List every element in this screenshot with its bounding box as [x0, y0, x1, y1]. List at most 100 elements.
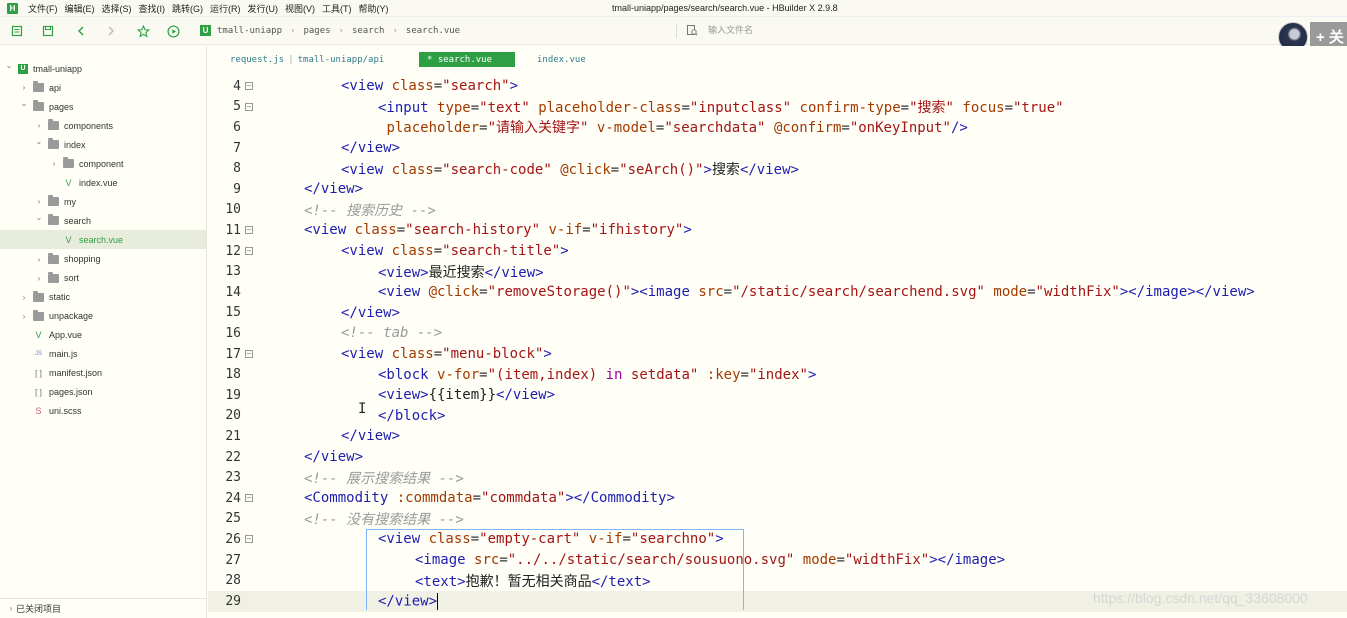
- fold-toggle[interactable]: −: [241, 226, 257, 235]
- line-number: 29: [225, 593, 241, 609]
- tree-item[interactable]: › shopping: [0, 250, 206, 269]
- code-token: <view: [378, 284, 429, 301]
- breadcrumb-item[interactable]: search.vue: [406, 26, 460, 36]
- code-line[interactable]: 15 </view>: [208, 303, 1347, 324]
- chevron-right-icon[interactable]: ›: [19, 293, 29, 302]
- breadcrumb-item[interactable]: tmall-uniapp: [217, 26, 282, 36]
- code-line[interactable]: 19 <view>{{item}}</view>: [208, 385, 1347, 406]
- fold-toggle[interactable]: −: [241, 350, 257, 359]
- code-editor[interactable]: 4− <view class="search"> 5− <input type="te…: [208, 74, 1347, 618]
- tree-item[interactable]: › sort: [0, 269, 206, 288]
- tree-item[interactable]: JS main.js: [0, 345, 206, 364]
- tab-request-js[interactable]: request.js | tmall-uniapp/api: [230, 52, 384, 67]
- tree-item[interactable]: V App.vue: [0, 326, 206, 345]
- code-line[interactable]: 17− <view class="menu-block">: [208, 344, 1347, 365]
- fold-toggle[interactable]: −: [241, 82, 257, 91]
- fold-toggle[interactable]: −: [241, 102, 257, 111]
- closed-projects-section[interactable]: › 已关闭项目: [0, 598, 206, 618]
- fold-toggle[interactable]: −: [241, 535, 257, 544]
- code-line[interactable]: 4− <view class="search">: [208, 76, 1347, 97]
- chevron-down-icon[interactable]: ⌄: [19, 99, 29, 108]
- chevron-right-icon[interactable]: ›: [19, 312, 29, 321]
- code-line[interactable]: 7 </view>: [208, 138, 1347, 159]
- menu-item[interactable]: 发行(U): [248, 2, 279, 15]
- tree-item[interactable]: Vindex.vue: [0, 173, 206, 192]
- tree-item[interactable]: Suni.scss: [0, 402, 206, 421]
- menu-item[interactable]: 编辑(E): [65, 2, 95, 15]
- code-line[interactable]: 23 <!-- 展示搜索结果 -->: [208, 467, 1347, 488]
- file-search-input[interactable]: [708, 25, 908, 35]
- run-icon[interactable]: [166, 24, 180, 38]
- code-token: src: [474, 552, 500, 569]
- menu-item[interactable]: 视图(V): [285, 2, 315, 15]
- tree-item[interactable]: ⌄ search: [0, 211, 206, 230]
- code-line[interactable]: 27 <image src="../../static/search/sousuo…: [208, 550, 1347, 571]
- code-line[interactable]: 25 <!-- 没有搜索结果 -->: [208, 509, 1347, 530]
- code-text: <view class="menu-block">: [341, 346, 552, 362]
- code-line[interactable]: 6 placeholder="请输入关键字" v-model="searchda…: [208, 117, 1347, 138]
- breadcrumb-item[interactable]: pages: [303, 26, 330, 36]
- new-file-icon[interactable]: [10, 24, 24, 38]
- forward-icon[interactable]: [104, 24, 118, 38]
- tree-item[interactable]: Vsearch.vue: [0, 230, 206, 250]
- toolbar: U tmall-uniapp › pages › search › search…: [0, 17, 1347, 45]
- back-icon[interactable]: [74, 24, 88, 38]
- chevron-down-icon[interactable]: ⌄: [34, 137, 44, 146]
- breadcrumb-item[interactable]: search: [352, 26, 385, 36]
- tree-item[interactable]: › unpackage: [0, 307, 206, 326]
- menu-item[interactable]: 查找(I): [139, 2, 166, 15]
- tree-item[interactable]: › components: [0, 116, 206, 135]
- code-token: "widthFix": [1035, 284, 1120, 301]
- chevron-right-icon[interactable]: ›: [34, 255, 44, 264]
- save-icon[interactable]: [41, 24, 55, 38]
- code-line[interactable]: 5− <input type="text" placeholder-class="…: [208, 97, 1347, 118]
- tree-item[interactable]: ⌄ pages: [0, 97, 206, 116]
- menu-item[interactable]: 运行(R): [210, 2, 241, 15]
- code-line[interactable]: 9 </view>: [208, 179, 1347, 200]
- tree-item[interactable]: › static: [0, 288, 206, 307]
- chevron-right-icon[interactable]: ›: [49, 159, 59, 168]
- tree-item[interactable]: › api: [0, 78, 206, 97]
- tab-index-vue[interactable]: index.vue: [537, 52, 586, 67]
- menu-item[interactable]: 跳转(G): [172, 2, 203, 15]
- menu-list: 文件(F) 编辑(E) 选择(S) 查找(I) 跳转(G) 运行(R) 发行(U) 视图(V)…: [28, 2, 396, 15]
- menu-item[interactable]: 文件(F): [28, 2, 58, 15]
- code-line[interactable]: 24− <Commodity :commdata="commdata"></Com…: [208, 488, 1347, 509]
- chevron-right-icon[interactable]: ›: [34, 274, 44, 283]
- code-line[interactable]: 11− <view class="search-history" v-if="if…: [208, 220, 1347, 241]
- star-icon[interactable]: [136, 24, 150, 38]
- chevron-down-icon[interactable]: ⌄: [4, 61, 14, 70]
- menu-item[interactable]: 选择(S): [102, 2, 132, 15]
- tree-item[interactable]: [ ] manifest.json: [0, 364, 206, 383]
- code-line[interactable]: 16 <!-- tab -->: [208, 323, 1347, 344]
- code-line[interactable]: 22 </view>: [208, 447, 1347, 468]
- tree-item[interactable]: › my: [0, 192, 206, 211]
- code-line[interactable]: 10 <!-- 搜索历史 -->: [208, 200, 1347, 221]
- code-line[interactable]: 28 <text>抱歉！暂无相关商品</text>: [208, 570, 1347, 591]
- tree-item[interactable]: ⌄ Utmall-uniapp: [0, 59, 206, 78]
- code-line[interactable]: 13 <view>最近搜索</view>: [208, 261, 1347, 282]
- json-file-icon: [ ]: [35, 368, 42, 378]
- tab-separator: |: [288, 54, 294, 65]
- chevron-right-icon[interactable]: ›: [34, 121, 44, 130]
- code-line[interactable]: 8 <view class="search-code" @click="seArc…: [208, 158, 1347, 179]
- code-line[interactable]: 12− <view class="search-title">: [208, 241, 1347, 262]
- menu-item[interactable]: 工具(T): [322, 2, 352, 15]
- tree-item[interactable]: [ ] pages.json: [0, 383, 206, 402]
- collapse-icon: −: [245, 247, 253, 256]
- chevron-down-icon[interactable]: ⌄: [34, 213, 44, 222]
- tree-item[interactable]: ⌄ index: [0, 135, 206, 154]
- code-line[interactable]: 14 <view @click="removeStorage()"><image …: [208, 282, 1347, 303]
- tree-item[interactable]: › component: [0, 154, 206, 173]
- code-line[interactable]: 26− <view class="empty-cart" v-if="search…: [208, 529, 1347, 550]
- code-token: setdata": [622, 366, 699, 383]
- code-line[interactable]: 20 </block>: [208, 406, 1347, 427]
- tab-search-vue[interactable]: * search.vue: [419, 52, 515, 67]
- menu-item[interactable]: 帮助(Y): [359, 2, 389, 15]
- code-line[interactable]: 18 <block v-for="(item,index) in setdata"…: [208, 364, 1347, 385]
- chevron-right-icon[interactable]: ›: [19, 83, 29, 92]
- fold-toggle[interactable]: −: [241, 494, 257, 503]
- fold-toggle[interactable]: −: [241, 247, 257, 256]
- chevron-right-icon[interactable]: ›: [34, 197, 44, 206]
- code-line[interactable]: 21 </view>: [208, 426, 1347, 447]
